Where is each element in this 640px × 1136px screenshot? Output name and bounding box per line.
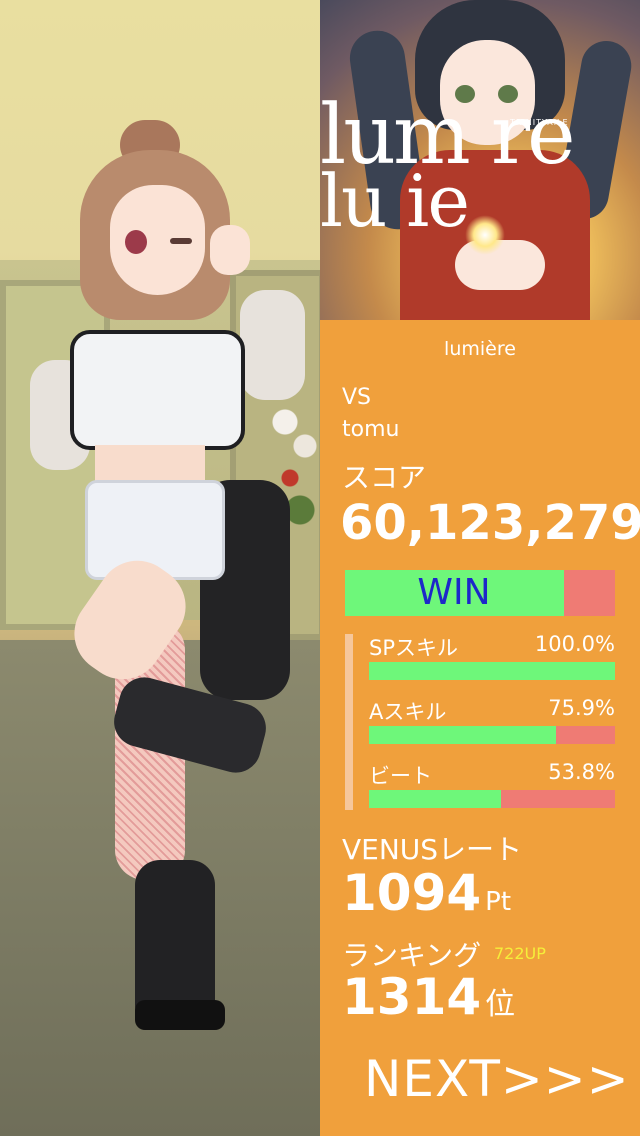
character-wink-eye [170, 238, 192, 244]
character-sleeve-right [240, 290, 305, 400]
venus-rate-label: VENUSレート [342, 833, 523, 866]
ranking: 1314 位 [342, 968, 515, 1026]
character-midriff [95, 445, 205, 485]
venus-rate-value: 1094 [342, 864, 482, 922]
skill-percent: 53.8% [548, 760, 615, 784]
ranking-up-badge: 722UP [494, 944, 546, 963]
skill-track [369, 790, 615, 808]
venus-rate: 1094 Pt [342, 864, 511, 922]
venus-rate-unit: Pt [485, 887, 512, 917]
ranking-value: 1314 [342, 968, 482, 1026]
character-eye [125, 230, 147, 254]
character-peace-hand [210, 225, 250, 275]
album-artist: TRINITYAiLE [510, 118, 569, 127]
next-button[interactable]: NEXT>>> [364, 1050, 630, 1108]
outcome-bar: WIN [345, 570, 615, 616]
versus-block: VS tomu [342, 382, 399, 446]
skill-track [369, 662, 615, 680]
song-title: lumière [444, 338, 516, 360]
character-scene [0, 0, 320, 1136]
skill-track [369, 726, 615, 744]
opponent-name: tomu [342, 416, 400, 442]
outcome-text: WIN [417, 572, 491, 613]
skills-accent-bar [345, 634, 353, 810]
ranking-unit: 位 [485, 987, 516, 1022]
character-top [70, 330, 245, 450]
skill-name: SPスキル [369, 636, 458, 660]
album-glow [465, 215, 505, 255]
album-art: lum re lu ie TRINITYAiLE [320, 0, 640, 320]
score-label: スコア [342, 461, 427, 494]
skill-name: ビート [369, 764, 432, 788]
vs-label: VS [342, 385, 372, 410]
result-panel: lumière VS tomu スコア 60,123,279 WIN SPスキル… [320, 320, 640, 1136]
skill-percent: 75.9% [548, 696, 615, 720]
character-boot-sole [135, 1000, 225, 1030]
skill-name: Aスキル [369, 700, 447, 724]
album-title-line2: lu ie [320, 159, 470, 243]
skill-fill [369, 726, 556, 744]
skill-percent: 100.0% [534, 632, 615, 656]
score-value: 60,123,279 [340, 495, 640, 551]
skill-fill [369, 790, 502, 808]
skill-fill [369, 662, 615, 680]
